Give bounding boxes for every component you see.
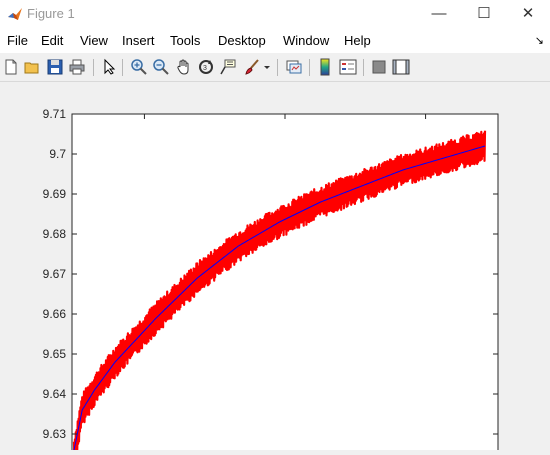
zoom-in-icon[interactable] — [130, 58, 148, 76]
y-tick-label: 9.66 — [43, 307, 67, 321]
insert-legend-icon[interactable] — [339, 58, 357, 76]
y-tick-label: 9.7 — [49, 147, 66, 161]
toolbar-separator — [122, 59, 123, 76]
window-title: Figure 1 — [27, 6, 75, 21]
data-cursor-icon[interactable] — [219, 58, 237, 76]
y-tick-label: 9.65 — [43, 347, 67, 361]
link-plot-icon[interactable] — [285, 58, 303, 76]
y-tick-label: 9.68 — [43, 227, 67, 241]
menu-tools[interactable]: Tools — [170, 33, 200, 48]
zoom-out-icon[interactable] — [152, 58, 170, 76]
y-tick-label: 9.64 — [43, 387, 67, 401]
save-icon[interactable] — [46, 58, 64, 76]
menu-view[interactable]: View — [80, 33, 108, 48]
menu-window[interactable]: Window — [283, 33, 329, 48]
open-file-icon[interactable] — [23, 58, 41, 76]
menu-insert[interactable]: Insert — [122, 33, 155, 48]
svg-text:3: 3 — [203, 65, 207, 72]
close-button[interactable]: ✕ — [505, 0, 550, 29]
toolbar-separator — [363, 59, 364, 76]
menu-help[interactable]: Help — [344, 33, 371, 48]
matlab-logo-icon — [8, 8, 22, 20]
y-tick-label: 9.63 — [43, 427, 67, 441]
insert-colorbar-icon[interactable] — [316, 58, 334, 76]
brush-icon[interactable] — [243, 58, 261, 76]
maximize-button[interactable]: ☐ — [461, 0, 507, 29]
edit-plot-arrow-icon[interactable] — [100, 58, 118, 76]
print-icon[interactable] — [68, 58, 86, 76]
title-bar: Figure 1 — ☐ ✕ — [0, 0, 550, 29]
show-plot-tools-icon[interactable] — [392, 58, 410, 76]
y-tick-label: 9.69 — [43, 187, 67, 201]
brush-dropdown-icon[interactable] — [262, 58, 272, 76]
rotate-3d-icon[interactable]: 3 — [197, 58, 215, 76]
close-icon: ✕ — [521, 5, 535, 22]
menu-edit[interactable]: Edit — [41, 33, 63, 48]
menu-file[interactable]: File — [7, 33, 28, 48]
new-figure-icon[interactable] — [2, 58, 20, 76]
toolbar-separator — [277, 59, 278, 76]
pan-hand-icon[interactable] — [175, 58, 193, 76]
toolbar-separator — [309, 59, 310, 76]
dock-arrow-icon[interactable]: ↘ — [535, 34, 544, 47]
figure-canvas: 9.71 9.7 9.69 9.68 9.67 9.66 9.65 9.64 9.63 — [0, 82, 550, 455]
minimize-icon: — — [431, 5, 447, 22]
menu-desktop[interactable]: Desktop — [218, 33, 266, 48]
maximize-icon: ☐ — [477, 5, 491, 22]
hide-plot-tools-icon[interactable] — [370, 58, 388, 76]
toolbar-separator — [93, 59, 94, 76]
y-tick-label: 9.67 — [43, 267, 67, 281]
plot-axes[interactable]: 9.71 9.7 9.69 9.68 9.67 9.66 9.65 9.64 9.63 — [0, 82, 550, 455]
y-tick-label: 9.71 — [43, 107, 67, 121]
minimize-button[interactable]: — — [416, 0, 462, 29]
menu-bar: File Edit View Insert Tools Desktop Wind… — [0, 29, 550, 53]
figure-toolbar: 3 — [0, 53, 550, 82]
